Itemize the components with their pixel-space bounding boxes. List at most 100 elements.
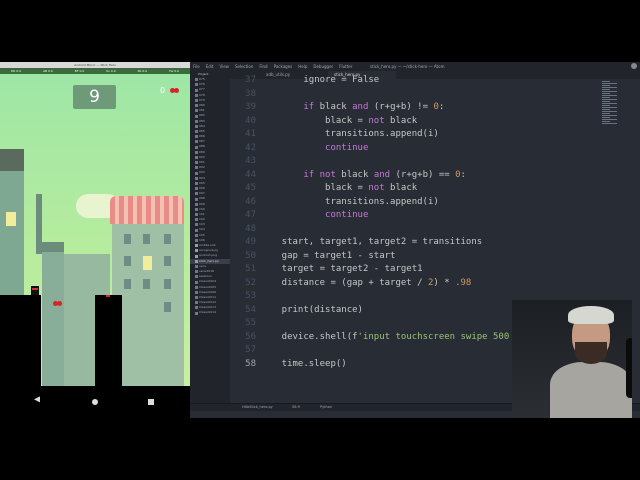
folder-icon: [195, 104, 198, 108]
home-icon[interactable]: [92, 399, 98, 405]
code-line[interactable]: continue: [260, 210, 368, 220]
folder-icon: [195, 223, 198, 227]
tree-item-label: android.png: [199, 253, 218, 258]
code-line[interactable]: transitions.append(i): [260, 197, 439, 207]
building-window: [124, 279, 131, 289]
minimap-line: [602, 95, 617, 96]
menu-item[interactable]: File: [193, 64, 200, 69]
folder-icon: [195, 296, 198, 300]
code-token: :: [438, 102, 445, 112]
folder-icon: [195, 166, 198, 170]
tree-item-label: recognize.py: [199, 248, 219, 253]
folder-icon: [195, 88, 198, 92]
tree-item-label: 100: [199, 206, 205, 211]
status-file-path[interactable]: HXbStick_hero.py: [242, 404, 273, 411]
code-token: start, target1, target2 = transitions: [260, 237, 483, 247]
minimap-line: [602, 99, 617, 100]
tree-item-label: ClassicI013: [199, 305, 216, 310]
status-cursor-position[interactable]: 58:9: [292, 404, 300, 411]
menu-item[interactable]: Selection: [235, 64, 253, 69]
tree-item-label: ClassicI011: [199, 294, 216, 299]
line-number: 39: [245, 102, 256, 112]
folder-icon: [195, 301, 198, 305]
minimap-line: [602, 87, 617, 88]
code-line[interactable]: transitions.append(i): [260, 129, 439, 139]
code-line[interactable]: start, target1, target2 = transitions: [260, 237, 483, 247]
folder-icon: [195, 239, 198, 242]
tree-folder[interactable]: ClassicI014: [190, 310, 230, 315]
tree-item-label: 088: [199, 144, 205, 149]
back-icon[interactable]: ◀: [34, 394, 40, 405]
phone-stat: BF 0.0: [74, 69, 85, 73]
tree-item-label: 099: [199, 201, 205, 206]
menu-item[interactable]: Packages: [274, 64, 293, 69]
code-token: and: [373, 169, 391, 180]
tree-item-label: 075: [199, 77, 205, 81]
menu-item[interactable]: Debugger: [313, 64, 333, 69]
file-icon: [195, 249, 198, 253]
code-token: ignore = False: [303, 75, 380, 85]
tree-item-label: ClassicI004: [199, 279, 216, 284]
folder-icon: [195, 83, 198, 87]
phone-stat: Kv 0.0: [106, 69, 116, 73]
code-line[interactable]: if not black and (r+g+b) == 0:: [260, 170, 466, 180]
code-token: transitions.append(i): [260, 129, 439, 139]
tree-item-label: 098: [199, 196, 205, 201]
code-line[interactable]: black = not black: [260, 183, 417, 193]
code-line[interactable]: print(distance): [260, 305, 363, 315]
tree-item-label: 101: [199, 211, 205, 216]
folder-icon: [195, 119, 198, 123]
menu-item[interactable]: Edit: [206, 64, 214, 69]
folder-icon: [195, 197, 198, 201]
code-token: and: [352, 102, 369, 112]
close-icon[interactable]: [631, 63, 637, 69]
code-line[interactable]: ignore = False: [260, 75, 379, 85]
tree-item-label: 080: [199, 102, 205, 107]
building-window: [164, 302, 171, 312]
status-grammar[interactable]: Python: [320, 404, 332, 411]
cherry-count: 0: [160, 86, 166, 95]
code-line[interactable]: continue: [260, 143, 368, 153]
folder-icon: [195, 218, 198, 222]
tree-item-label: ClassicI005: [199, 284, 216, 289]
menu-item[interactable]: Help: [298, 64, 307, 69]
project-tree[interactable]: Project 075 076 077 078 079 080 081 082 083 084 08…: [190, 71, 230, 403]
tree-item-label: venv2018: [199, 268, 214, 273]
line-number: 42: [245, 142, 256, 153]
tree-item-label: 092: [199, 165, 205, 170]
tree-item-label: 095: [199, 180, 205, 185]
tree-item-label: mobile.sub: [199, 243, 216, 247]
bg-building-roof: [42, 242, 64, 252]
code-line[interactable]: distance = (gap + target / 2) * .98: [260, 277, 472, 288]
line-number: 41: [245, 129, 256, 139]
file-icon: [195, 254, 198, 258]
recents-icon[interactable]: [148, 399, 154, 405]
menu-item[interactable]: Find: [259, 64, 267, 69]
folder-icon: [195, 130, 198, 134]
minimap[interactable]: [602, 80, 626, 130]
line-number: 50: [245, 250, 256, 261]
menu-item[interactable]: View: [219, 64, 229, 69]
menu-item[interactable]: Flutter: [339, 64, 352, 69]
code-token: distance = (gap + target /: [260, 277, 428, 288]
code-token: black =: [260, 183, 369, 193]
code-token: gap = target1 - start: [260, 250, 396, 261]
folder-icon: [195, 109, 198, 113]
code-line[interactable]: black = not black: [260, 116, 417, 126]
folder-icon: [195, 114, 198, 118]
game-screen[interactable]: 9 0: [0, 74, 190, 386]
folder-icon: [195, 93, 198, 97]
android-nav-bar: ◀: [0, 386, 190, 418]
code-line[interactable]: time.sleep(): [260, 359, 347, 369]
folder-icon: [195, 264, 198, 268]
code-line[interactable]: gap = target1 - start: [260, 250, 396, 261]
code-line[interactable]: if black and (r+g+b) != 0:: [260, 102, 444, 112]
code-line[interactable]: target = target2 - target1: [260, 264, 423, 274]
code-line[interactable]: device.shell(f'input touchscreen swipe 5…: [260, 332, 553, 342]
code-token: if not: [303, 169, 336, 180]
minimap-line: [602, 91, 617, 92]
building-window: [164, 279, 171, 289]
code-token: continue: [325, 210, 369, 220]
